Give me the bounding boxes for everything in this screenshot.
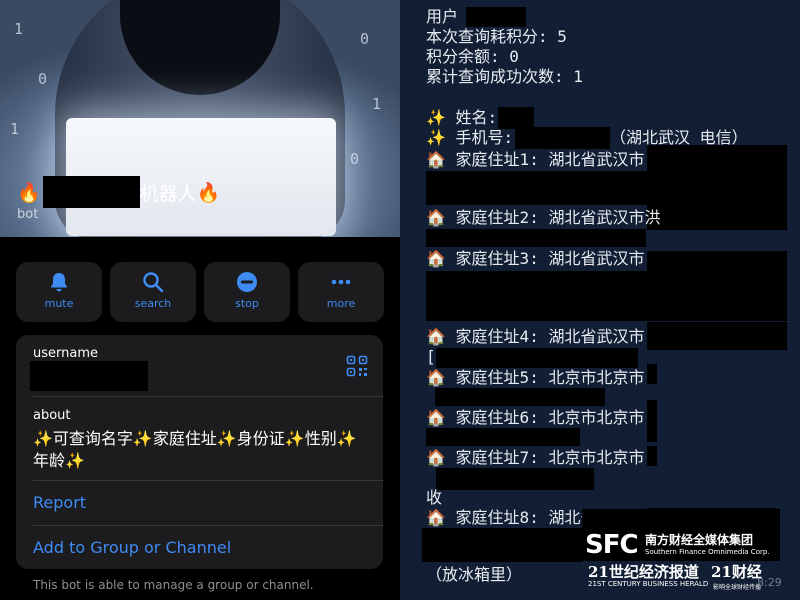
address-2: 🏠 家庭住址2: 湖北省武汉市洪 [426, 208, 661, 227]
success-count-line: 累计查询成功次数: 1 [426, 67, 583, 86]
name-label: ✨ 姓名: [426, 108, 498, 127]
add-to-group-link[interactable]: Add to Group or Channel [33, 538, 231, 557]
redacted-block [426, 428, 580, 446]
redacted-block [436, 468, 594, 490]
watermark-en: Southern Finance Omnimedia Corp. [645, 548, 770, 556]
divider [33, 480, 383, 481]
watermark-cn: 南方财经全媒体集团 [645, 533, 754, 547]
stop-label: stop [235, 297, 259, 310]
search-label: search [134, 297, 172, 310]
watermark-sub: 影响全球财经传播 [713, 584, 762, 591]
address-3: 🏠 家庭住址3: 湖北省武汉市 [426, 249, 645, 268]
address-1: 🏠 家庭住址1: 湖北省武汉市 [426, 150, 645, 169]
qr-code-icon[interactable] [346, 355, 368, 377]
about-text: ✨可查询名字✨家庭住址✨身份证✨性别✨年龄✨ [33, 429, 357, 470]
divider [33, 396, 383, 397]
redacted-block [647, 400, 657, 442]
redacted-block [422, 528, 582, 562]
watermark-paper: 21世纪经济报道 [588, 563, 699, 581]
stop-icon [237, 272, 257, 292]
watermark-herald: 21ST CENTURY BUSINESS HERALD [588, 580, 709, 588]
address-6: 🏠 家庭住址6: 北京市北京市 [426, 408, 645, 427]
redacted-block [436, 348, 638, 368]
user-label: 用户 [426, 7, 459, 26]
address-5: 🏠 家庭住址5: 北京市北京市 [426, 368, 645, 387]
fire-icon: 🔥 [17, 181, 41, 204]
bot-name: 🔥 机器人 🔥 [17, 176, 220, 208]
redacted-block [426, 271, 647, 321]
redacted-block [647, 322, 787, 350]
more-icon [331, 279, 351, 285]
bot-subtitle: bot [17, 207, 39, 222]
mute-label: mute [44, 297, 74, 310]
more-label: more [326, 297, 356, 310]
fire-icon: 🔥 [196, 181, 221, 204]
bot-profile-panel: 1 0 1 0 1 0 1 1 🔥 机器人 🔥 bot mute search [0, 0, 400, 600]
message-time: 8:29 [757, 576, 782, 589]
redacted-block [435, 388, 605, 406]
redacted-name [42, 176, 140, 208]
cost-line: 本次查询耗积分: 5 [426, 27, 567, 46]
bot-info-card: username about ✨可查询名字✨家庭住址✨身份证✨性别✨年龄✨ Re… [16, 335, 383, 569]
bot-name-suffix: 机器人 [139, 182, 197, 205]
profile-header-image: 1 0 1 0 1 0 1 1 🔥 机器人 🔥 bot [0, 0, 400, 237]
redacted-block [426, 171, 647, 205]
bell-icon [51, 273, 67, 292]
balance-line: 积分余额: 0 [426, 47, 519, 66]
search-icon [143, 272, 164, 293]
bot-capability-note: This bot is able to manage a group or ch… [33, 578, 314, 592]
watermark-paper-2: 21财经 [711, 563, 762, 581]
username-label: username [33, 346, 98, 361]
fragment: 收 [426, 488, 443, 507]
mute-button[interactable]: mute [16, 262, 102, 322]
fragment: （放冰箱里） [426, 565, 523, 584]
stop-button[interactable]: stop [204, 262, 290, 322]
redacted-block [647, 364, 657, 384]
divider [33, 525, 383, 526]
redacted-block [426, 229, 646, 247]
fragment: [ [426, 347, 436, 366]
search-button[interactable]: search [110, 262, 196, 322]
redacted-phone [515, 127, 610, 149]
redacted-block [647, 145, 787, 230]
about-label: about [33, 408, 71, 423]
report-link[interactable]: Report [33, 493, 86, 512]
redacted-block [647, 251, 787, 321]
address-7: 🏠 家庭住址7: 北京市北京市 [426, 448, 645, 467]
redacted-block [647, 446, 657, 466]
redacted-name-value [498, 107, 534, 129]
address-4: 🏠 家庭住址4: 湖北省武汉市 [426, 327, 645, 346]
sfc-logo: SFC [585, 530, 639, 560]
more-button[interactable]: more [298, 262, 384, 322]
redacted-username[interactable] [30, 361, 148, 391]
redacted-user [466, 7, 526, 27]
phone-label: ✨ 手机号: [426, 128, 514, 147]
